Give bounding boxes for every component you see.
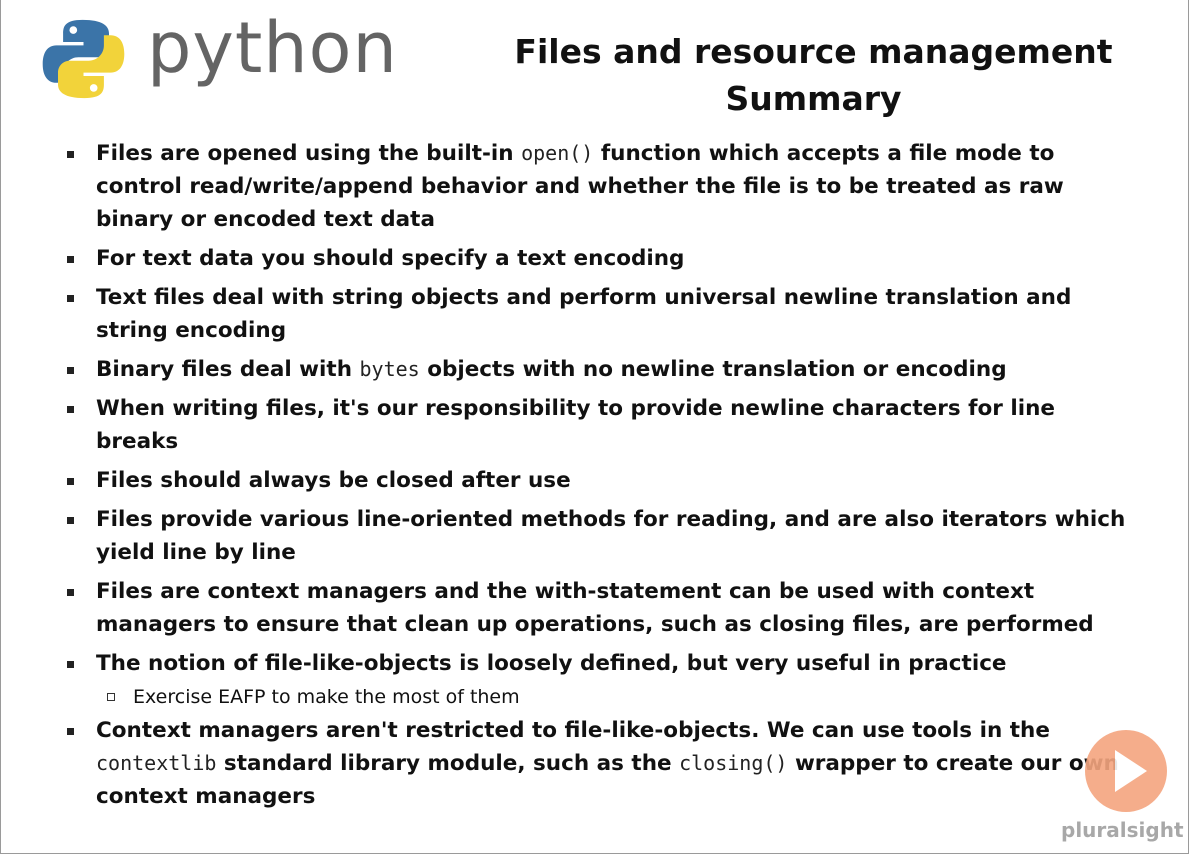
bullet-item: Text files deal with string objects and … xyxy=(1,281,1188,347)
bullet-item: The notion of file-like-objects is loose… xyxy=(1,647,1188,680)
code-inline: open() xyxy=(521,141,594,165)
slide-title: Files and resource management Summary xyxy=(461,28,1166,122)
bullet-item: Binary files deal with bytes objects wit… xyxy=(1,353,1188,386)
bullet-text: For text data you should specify a text … xyxy=(96,246,685,271)
bullet-text: The notion of file-like-objects is loose… xyxy=(96,651,1007,676)
bullet-text: Files are context managers and the with-… xyxy=(96,579,1094,637)
sub-bullet-text: Exercise EAFP to make the most of them xyxy=(133,686,520,708)
bullet-item: Files provide various line-oriented meth… xyxy=(1,503,1188,569)
title-line-1: Files and resource management xyxy=(514,32,1113,71)
python-logo-icon xyxy=(42,19,125,99)
bullet-text: standard library module, such as the xyxy=(216,751,680,776)
python-logo: python xyxy=(41,7,401,110)
python-wordmark: python xyxy=(147,7,398,89)
bullet-item: Files are opened using the built-in open… xyxy=(1,137,1188,236)
code-inline: closing() xyxy=(679,751,788,775)
bullet-list: Files are opened using the built-in open… xyxy=(1,137,1188,819)
code-inline: contextlib xyxy=(96,751,217,775)
bullet-text: Files are opened using the built-in xyxy=(96,141,522,166)
bullet-text: When writing files, it's our responsibil… xyxy=(96,396,1055,454)
bullet-item: For text data you should specify a text … xyxy=(1,242,1188,275)
code-inline: bytes xyxy=(359,357,420,381)
slide: python Files and resource management Sum… xyxy=(0,0,1189,854)
bullet-item: Files are context managers and the with-… xyxy=(1,575,1188,641)
pluralsight-watermark: pluralsight xyxy=(1061,730,1184,850)
bullet-text: Files provide various line-oriented meth… xyxy=(96,507,1126,565)
bullet-text: Context managers aren't restricted to fi… xyxy=(96,718,1050,743)
title-line-2: Summary xyxy=(725,79,902,118)
bullet-text: Binary files deal with xyxy=(96,357,360,382)
bullet-text: Files should always be closed after use xyxy=(96,468,571,493)
bullet-text: objects with no newline translation or e… xyxy=(419,357,1007,382)
bullet-item: Files should always be closed after use xyxy=(1,464,1188,497)
bullet-text: Text files deal with string objects and … xyxy=(96,285,1072,343)
pluralsight-text: pluralsight xyxy=(1061,818,1184,842)
play-icon xyxy=(1085,730,1167,812)
bullet-item: Context managers aren't restricted to fi… xyxy=(1,714,1188,813)
bullet-item: When writing files, it's our responsibil… xyxy=(1,392,1188,458)
sub-bullet-item: Exercise EAFP to make the most of them xyxy=(1,684,1188,710)
